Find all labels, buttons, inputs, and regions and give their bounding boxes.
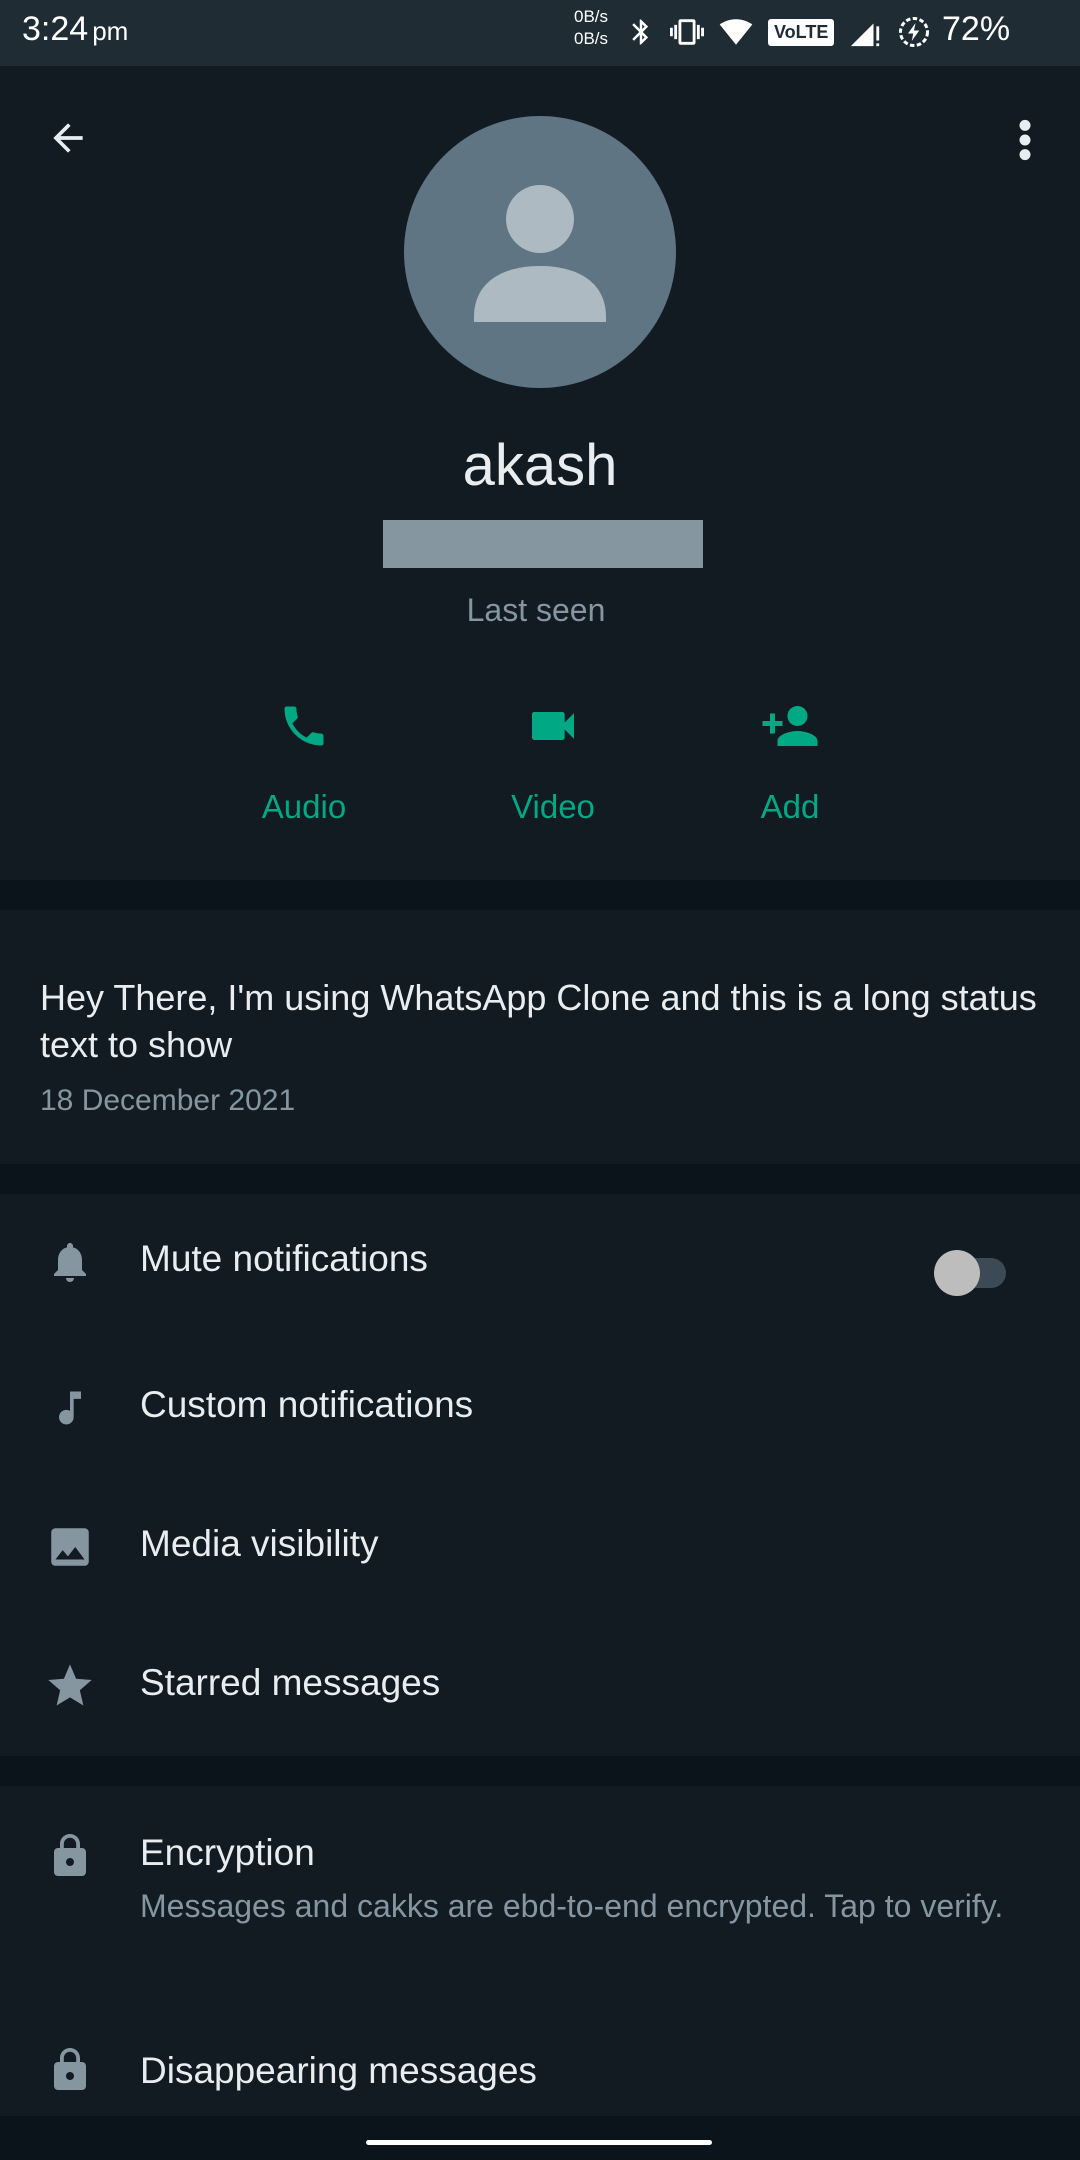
bell-icon [54, 1243, 86, 1282]
battery-percent: 72% [942, 10, 1011, 48]
video-call-button[interactable]: Video [453, 686, 653, 826]
disappearing-messages-label: Disappearing messages [140, 2050, 537, 2091]
wifi-icon [719, 19, 753, 45]
media-visibility-label: Media visibility [140, 1523, 379, 1564]
volte-badge: VoLTE [768, 18, 835, 46]
status-bar: 3:24 pm 0B/s 0B/s VoLTE 72% [0, 0, 1080, 66]
encryption-description: Messages and cakks are ebd-to-end encryp… [140, 1888, 1004, 1924]
network-speed-down: 0B/s [574, 29, 609, 48]
more-vert-icon [1019, 119, 1031, 161]
about-date: 18 December 2021 [40, 1084, 296, 1117]
toggle-thumb [934, 1250, 980, 1296]
audio-call-button[interactable]: Audio [204, 686, 404, 826]
person-placeholder-icon [474, 185, 606, 322]
mute-notifications-label: Mute notifications [140, 1238, 428, 1279]
encryption-row[interactable]: Encryption Messages and cakks are ebd-to… [0, 1786, 1080, 1976]
arrow-back-icon [53, 123, 83, 153]
mute-notifications-row[interactable]: Mute notifications [0, 1194, 1080, 1324]
videocam-icon [532, 712, 574, 740]
section-divider [0, 1756, 1080, 1786]
custom-notifications-row[interactable]: Custom notifications [0, 1340, 1080, 1470]
audio-label: Audio [261, 788, 347, 825]
contact-name: akash [462, 433, 618, 498]
status-ampm: pm [92, 16, 129, 46]
add-label: Add [760, 788, 820, 825]
gesture-handle[interactable] [366, 2140, 712, 2145]
phone-icon [284, 706, 324, 746]
media-visibility-row[interactable]: Media visibility [0, 1479, 1080, 1609]
status-time: 3:24 pm [22, 10, 128, 49]
battery-saver-icon [899, 17, 930, 47]
network-speed: 0B/s 0B/s [574, 6, 608, 50]
add-contact-button[interactable]: Add [690, 686, 890, 826]
disappearing-messages-row[interactable]: Disappearing messages [0, 2000, 1080, 2116]
starred-messages-label: Starred messages [140, 1662, 441, 1703]
overflow-menu-button[interactable] [1000, 110, 1050, 170]
status-time-value: 3:24 [22, 10, 89, 48]
system-navigation-bar [0, 2116, 1080, 2160]
back-button[interactable] [40, 110, 96, 166]
signal-icon [851, 23, 880, 47]
bluetooth-icon [632, 19, 649, 45]
lock-icon [54, 2048, 86, 2090]
status-icons: VoLTE [626, 12, 932, 52]
avatar[interactable] [404, 116, 676, 388]
profile-header: akash Last seen Audio Video Add [0, 66, 1080, 880]
section-divider [0, 880, 1080, 910]
redacted-phone-number [383, 520, 703, 568]
about-status-text: Hey There, I'm using WhatsApp Clone and … [40, 977, 1037, 1065]
star-icon [48, 1664, 92, 1706]
encryption-title: Encryption [140, 1832, 315, 1873]
image-icon [51, 1528, 89, 1566]
video-label: Video [511, 788, 595, 825]
lock-icon [54, 1834, 86, 1876]
section-divider [0, 1164, 1080, 1194]
custom-notifications-label: Custom notifications [140, 1384, 474, 1425]
about-section[interactable]: Hey There, I'm using WhatsApp Clone and … [0, 910, 1080, 1164]
mute-toggle[interactable] [934, 1246, 1014, 1296]
person-add-icon [762, 706, 818, 746]
music-note-icon [59, 1391, 81, 1425]
starred-messages-row[interactable]: Starred messages [0, 1618, 1080, 1748]
vibrate-icon [670, 19, 704, 45]
network-speed-up: 0B/s [574, 7, 609, 26]
notification-settings: Mute notifications Custom notifications … [0, 1194, 1080, 1756]
security-section: Encryption Messages and cakks are ebd-to… [0, 1786, 1080, 2116]
last-seen-text: Last seen [466, 592, 606, 628]
